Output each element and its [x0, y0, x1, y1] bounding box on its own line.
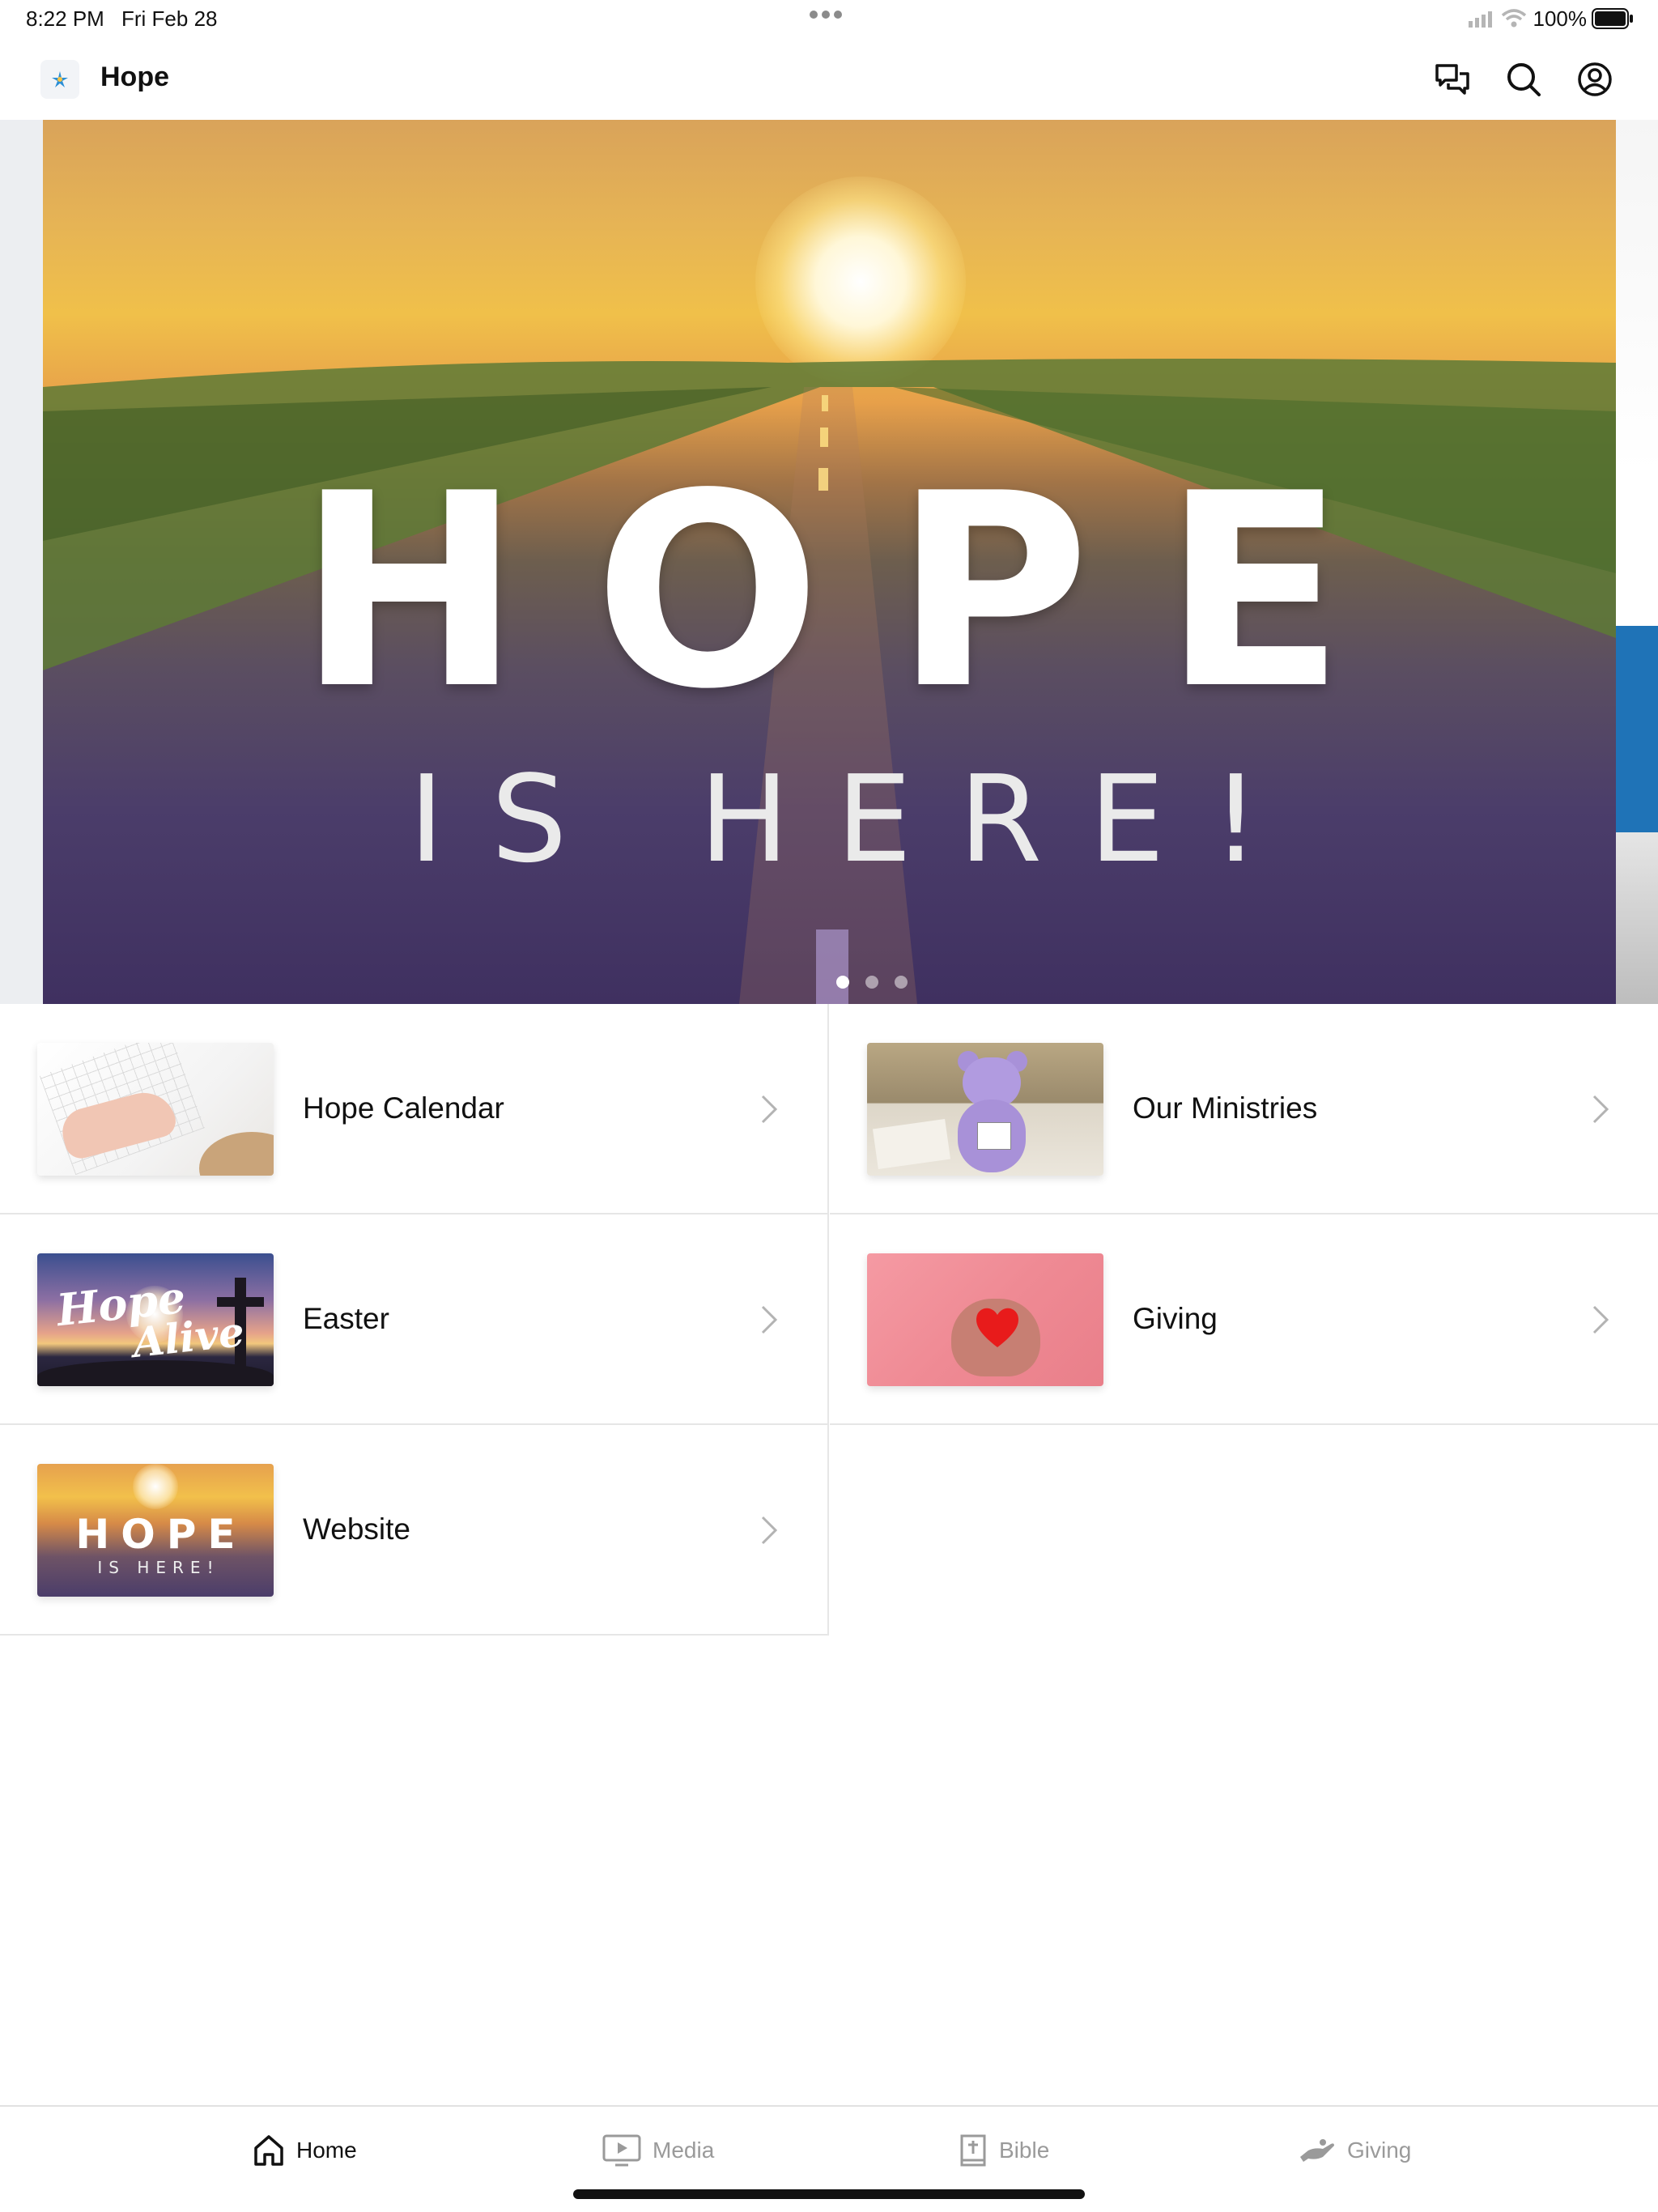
pager-dot[interactable]: [865, 976, 878, 989]
menu-item-label: Giving: [1133, 1302, 1218, 1335]
menu-item-easter[interactable]: Hope Alive Easter: [0, 1214, 829, 1425]
menu-item-website[interactable]: HOPE IS HERE! Website: [0, 1425, 829, 1636]
hero-slide[interactable]: HOPE IS HERE!: [43, 120, 1616, 1004]
battery-icon: [1592, 8, 1633, 29]
app-title: Hope: [100, 62, 169, 92]
app-header: Hope: [0, 37, 1658, 120]
website-thumb-subtitle: IS HERE!: [97, 1558, 220, 1577]
search-icon[interactable]: [1503, 58, 1545, 100]
status-date: Fri Feb 28: [121, 6, 218, 31]
status-bar: 8:22 PM Fri Feb 28 100%: [0, 0, 1658, 37]
menu-item-label: Easter: [303, 1302, 389, 1335]
pager-dot[interactable]: [836, 976, 849, 989]
account-icon[interactable]: [1574, 58, 1616, 100]
multitasking-dots-icon[interactable]: [810, 8, 848, 31]
next-slide-peek-accent: [1616, 626, 1658, 832]
home-indicator[interactable]: [573, 2189, 1085, 2199]
menu-item-label: Website: [303, 1512, 410, 1546]
status-indicators: 100%: [1468, 5, 1635, 32]
menu-item-label: Our Ministries: [1133, 1091, 1318, 1125]
home-icon: [254, 2135, 283, 2166]
tab-label: Giving: [1347, 2138, 1412, 2163]
tab-label: Home: [296, 2138, 357, 2163]
heart-icon: [976, 1308, 1018, 1347]
chevron-right-icon: [761, 1305, 778, 1334]
menu-item-our-ministries[interactable]: Our Ministries: [830, 1004, 1658, 1214]
wifi-icon: [1501, 9, 1526, 28]
tab-giving[interactable]: Giving: [1299, 2128, 1411, 2173]
battery-percentage: 100%: [1533, 6, 1588, 31]
chevron-right-icon: [1592, 1095, 1609, 1124]
tab-bible[interactable]: Bible: [959, 2128, 1049, 2173]
carousel-pager[interactable]: [836, 976, 908, 989]
pager-dot[interactable]: [895, 976, 908, 989]
tab-label: Media: [653, 2138, 715, 2163]
giving-hand-icon: [1300, 2139, 1334, 2162]
tab-home[interactable]: Home: [253, 2128, 357, 2173]
tab-media[interactable]: Media: [602, 2128, 714, 2173]
cellular-signal-icon: [1468, 11, 1492, 28]
status-time: 8:22 PM: [26, 6, 104, 31]
menu-item-label: Hope Calendar: [303, 1091, 504, 1125]
hero-subtitle: IS HERE!: [408, 750, 1307, 889]
easter-thumbnail: Hope Alive: [37, 1253, 274, 1386]
bible-icon: [960, 2134, 986, 2167]
giving-thumbnail: [867, 1253, 1103, 1386]
media-play-icon: [602, 2134, 641, 2167]
hero-carousel[interactable]: HOPE IS HERE!: [0, 120, 1658, 1004]
website-thumb-title: HOPE: [75, 1511, 247, 1558]
chevron-right-icon: [1592, 1305, 1609, 1334]
tab-label: Bible: [999, 2138, 1050, 2163]
next-slide-peek-bottom: [1616, 832, 1658, 1004]
church-logo-icon[interactable]: [40, 60, 79, 99]
chevron-right-icon: [761, 1095, 778, 1124]
menu-item-giving[interactable]: Giving: [830, 1214, 1658, 1425]
chevron-right-icon: [761, 1516, 778, 1545]
menu-item-hope-calendar[interactable]: Hope Calendar: [0, 1004, 829, 1214]
chat-icon[interactable]: [1431, 58, 1473, 100]
calendar-thumbnail: [37, 1043, 274, 1176]
website-thumbnail: HOPE IS HERE!: [37, 1464, 274, 1597]
hero-title: HOPE: [297, 436, 1418, 747]
ministries-thumbnail: [867, 1043, 1103, 1176]
